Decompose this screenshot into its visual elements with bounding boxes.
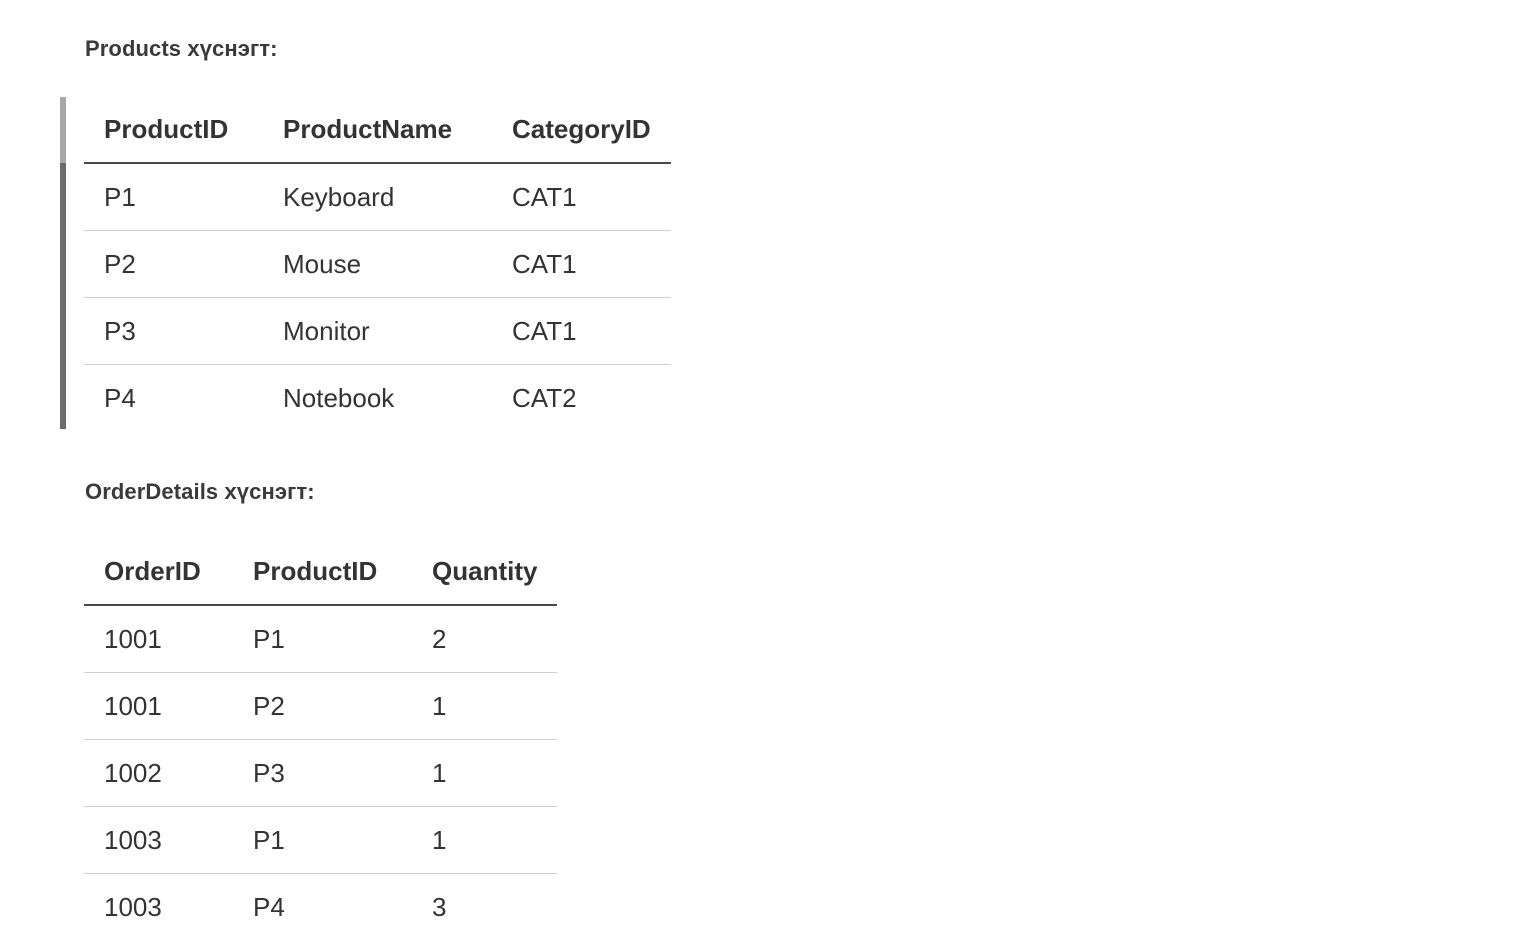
table-row: 1001 P1 2 xyxy=(84,605,558,673)
table-row: 1003 P4 3 xyxy=(84,874,557,941)
table-cell: CAT1 xyxy=(492,297,671,365)
table-cell: 1002 xyxy=(84,739,233,807)
column-header-productid: ProductID xyxy=(233,539,412,606)
table-row: 1002 P3 1 xyxy=(84,739,558,807)
table-row: P3 Monitor CAT1 xyxy=(84,297,671,365)
column-header-quantity: Quantity xyxy=(412,539,558,606)
table-cell: 1 xyxy=(412,672,558,740)
table-cell: 1003 xyxy=(104,891,162,922)
table-cell: 1001 xyxy=(84,605,233,673)
products-table-scrollbar-thumb[interactable] xyxy=(60,97,66,163)
products-table-title: Products хүснэгт: xyxy=(85,36,278,61)
table-cell: CAT1 xyxy=(492,230,671,298)
table-cell: P4 xyxy=(253,891,285,922)
orderdetails-table: OrderID ProductID Quantity 1001 P1 2 100… xyxy=(84,539,558,941)
table-row: P2 Mouse CAT1 xyxy=(84,230,671,298)
table-cell: Notebook xyxy=(283,382,395,413)
table-cell: Keyboard xyxy=(263,163,492,231)
table-cell: P1 xyxy=(84,163,263,231)
column-header-orderid: OrderID xyxy=(84,539,233,606)
table-cell: P1 xyxy=(233,605,412,673)
table-cell: P4 xyxy=(104,382,136,413)
table-cell: Monitor xyxy=(263,297,492,365)
table-row: P4 Notebook CAT2 xyxy=(84,365,671,432)
table-cell: P2 xyxy=(233,672,412,740)
products-table-scrollbar[interactable] xyxy=(60,97,66,429)
table-cell: P3 xyxy=(233,739,412,807)
column-header-productname: ProductName xyxy=(263,97,492,164)
products-table: ProductID ProductName CategoryID P1 Keyb… xyxy=(84,97,671,431)
table-cell: P2 xyxy=(84,230,263,298)
orderdetails-table-title: OrderDetails хүснэгт: xyxy=(85,479,315,504)
table-row: P1 Keyboard CAT1 xyxy=(84,163,671,231)
table-cell: 1 xyxy=(412,739,558,807)
column-header-productid: ProductID xyxy=(84,97,263,164)
table-cell: CAT1 xyxy=(492,163,671,231)
table-header-row: ProductID ProductName CategoryID xyxy=(84,97,671,164)
table-cell: 1 xyxy=(412,806,558,874)
table-cell: 2 xyxy=(412,605,558,673)
table-cell: P1 xyxy=(233,806,412,874)
column-header-categoryid: CategoryID xyxy=(492,97,671,164)
table-cell: CAT2 xyxy=(512,382,577,413)
table-cell: 1003 xyxy=(84,806,233,874)
table-cell: P3 xyxy=(84,297,263,365)
table-row: 1001 P2 1 xyxy=(84,672,558,740)
table-cell: 1001 xyxy=(84,672,233,740)
table-header-row: OrderID ProductID Quantity xyxy=(84,539,558,606)
table-cell: Mouse xyxy=(263,230,492,298)
table-row: 1003 P1 1 xyxy=(84,806,558,874)
table-cell: 3 xyxy=(432,891,447,922)
